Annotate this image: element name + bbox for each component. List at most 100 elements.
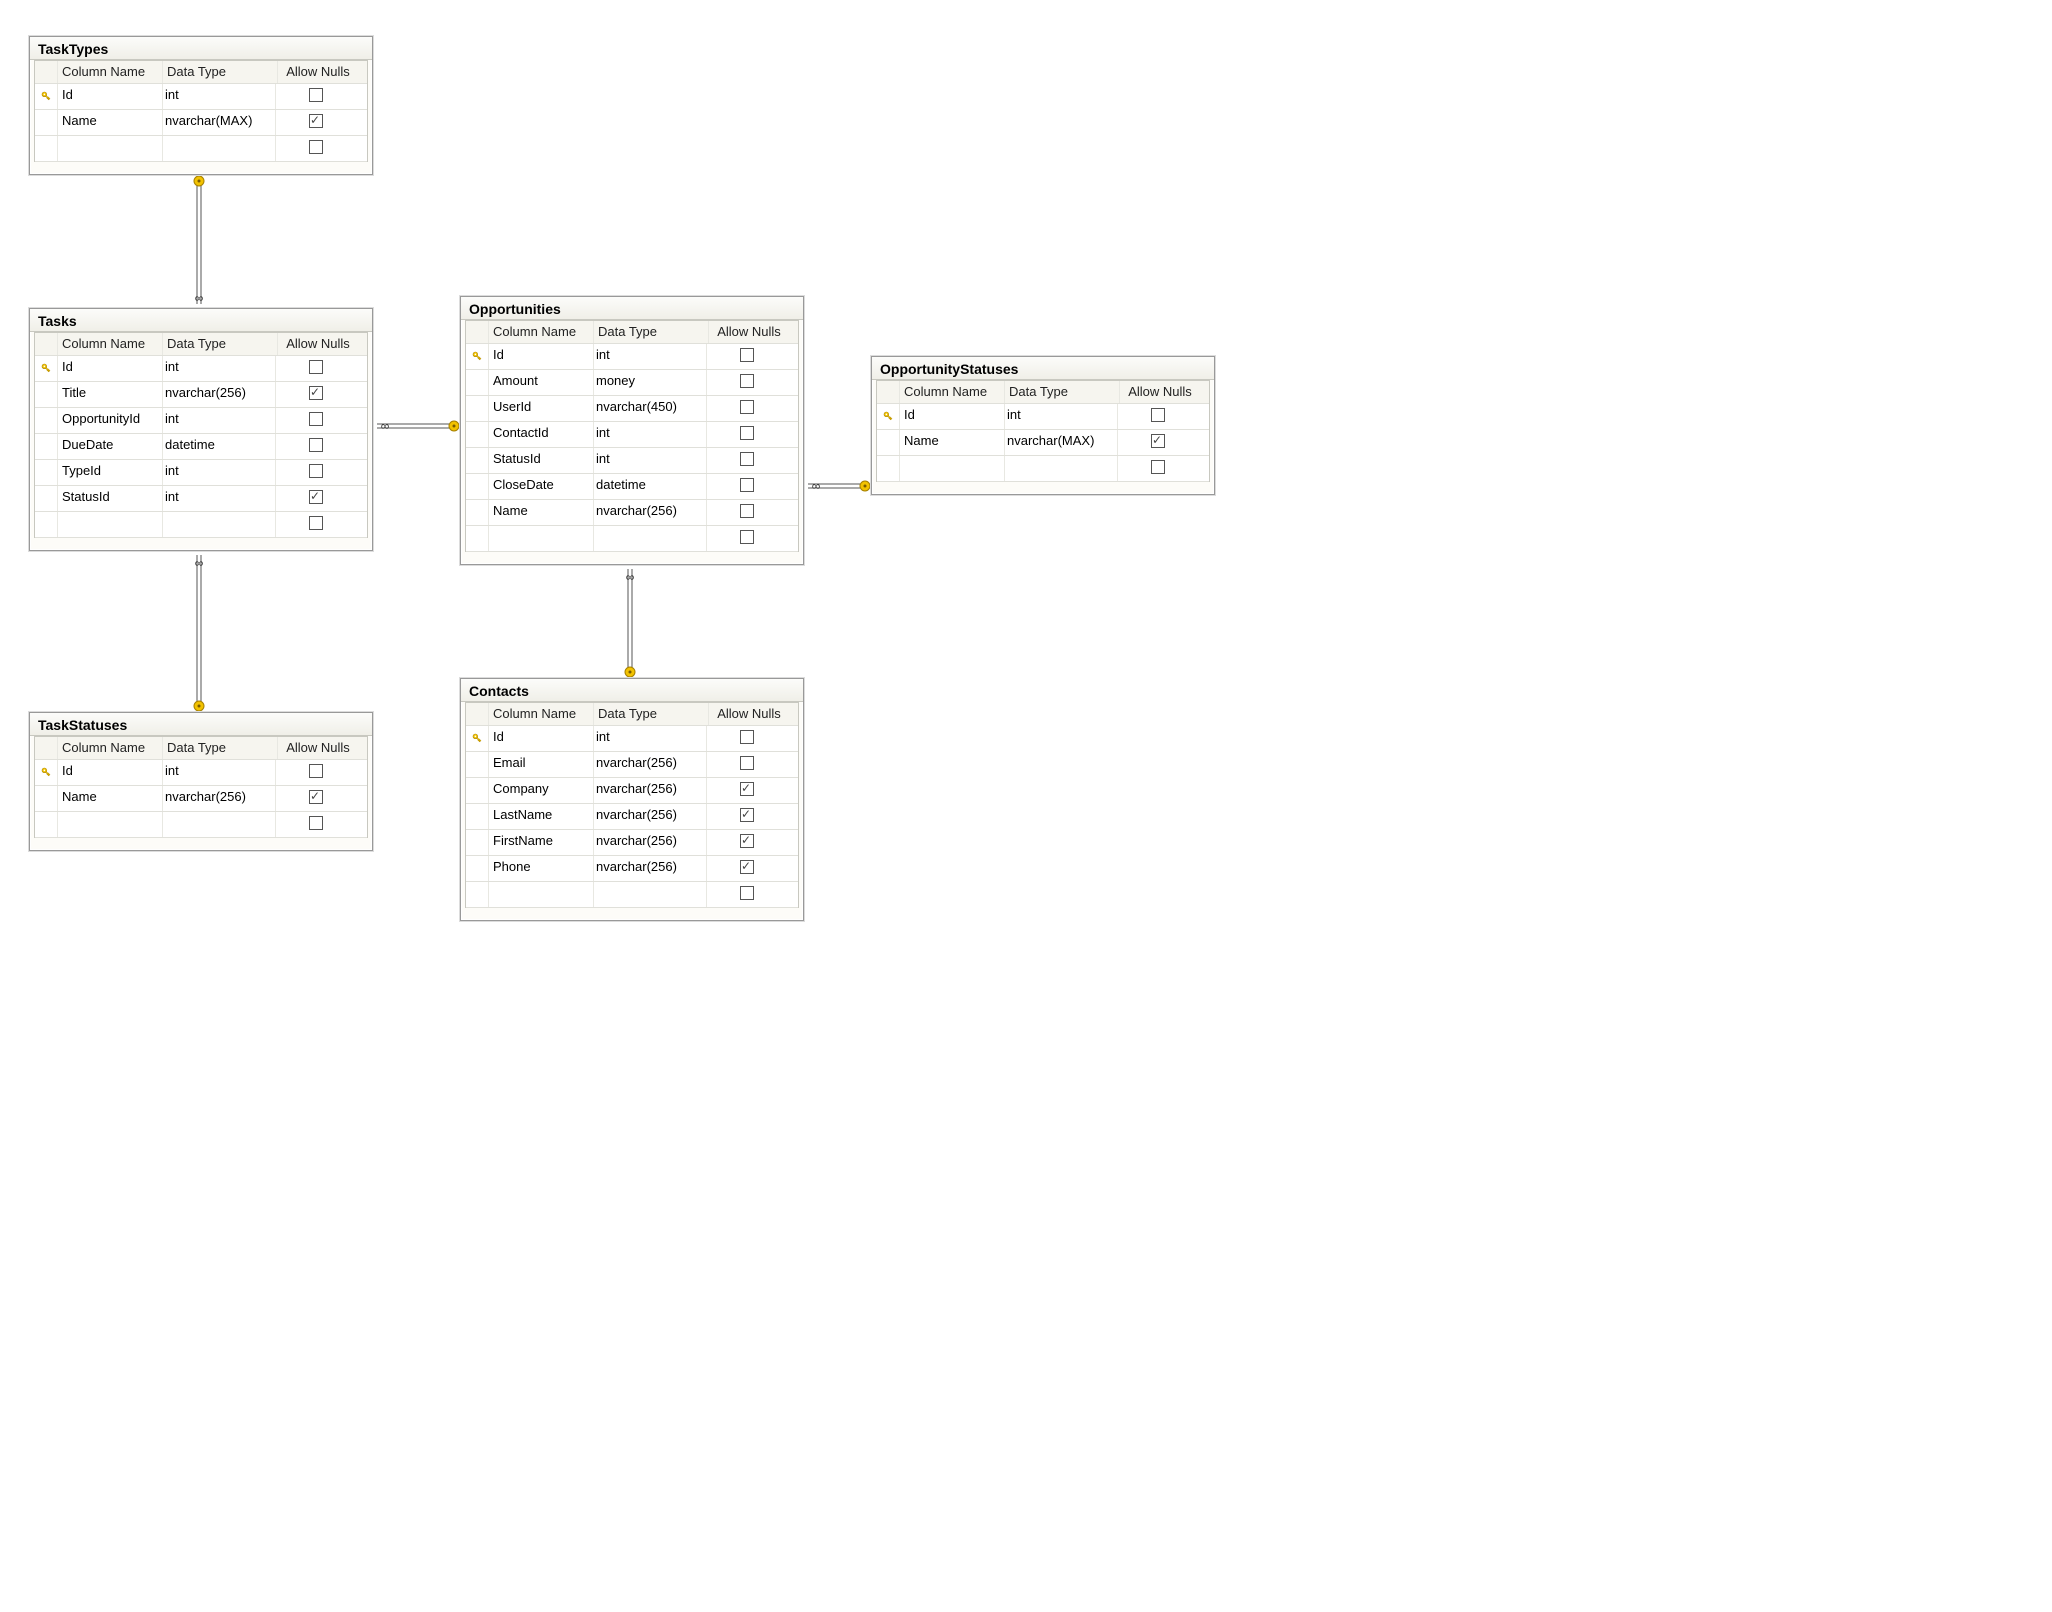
column-name-cell[interactable]: UserId [489,396,594,421]
table-opportunitystatuses[interactable]: OpportunityStatusesColumn NameData TypeA… [871,356,1215,495]
allow-nulls-checkbox[interactable] [740,756,754,770]
column-name-cell[interactable]: OpportunityId [58,408,163,433]
column-row-empty[interactable] [35,512,367,538]
allow-nulls-checkbox[interactable] [740,730,754,744]
column-name-cell[interactable]: ContactId [489,422,594,447]
allow-nulls-cell[interactable] [707,370,787,395]
allow-nulls-checkbox[interactable] [740,834,754,848]
column-row[interactable]: Idint [35,760,367,786]
allow-nulls-cell[interactable] [1118,404,1198,429]
column-row[interactable]: StatusIdint [35,486,367,512]
data-type-cell[interactable]: int [163,408,276,433]
data-type-cell[interactable]: nvarchar(256) [594,752,707,777]
column-row[interactable]: Namenvarchar(256) [35,786,367,812]
allow-nulls-checkbox[interactable] [309,140,323,154]
allow-nulls-checkbox[interactable] [740,452,754,466]
data-type-cell[interactable]: nvarchar(256) [594,778,707,803]
allow-nulls-cell[interactable] [707,344,787,369]
column-name-cell[interactable]: CloseDate [489,474,594,499]
column-row[interactable]: UserIdnvarchar(450) [466,396,798,422]
allow-nulls-checkbox[interactable] [309,386,323,400]
data-type-cell[interactable]: int [594,422,707,447]
column-row[interactable]: Idint [877,404,1209,430]
allow-nulls-cell[interactable] [707,778,787,803]
allow-nulls-checkbox[interactable] [309,764,323,778]
allow-nulls-cell[interactable] [707,856,787,881]
data-type-cell[interactable]: int [163,486,276,511]
column-name-cell[interactable]: Name [489,500,594,525]
column-name-cell[interactable]: DueDate [58,434,163,459]
data-type-cell[interactable]: nvarchar(MAX) [163,110,276,135]
data-type-cell[interactable]: nvarchar(256) [163,786,276,811]
allow-nulls-checkbox[interactable] [309,490,323,504]
allow-nulls-checkbox[interactable] [309,516,323,530]
data-type-cell[interactable]: nvarchar(MAX) [1005,430,1118,455]
column-row[interactable]: Namenvarchar(MAX) [877,430,1209,456]
allow-nulls-checkbox[interactable] [740,530,754,544]
column-row[interactable]: Idint [466,344,798,370]
allow-nulls-checkbox[interactable] [740,374,754,388]
allow-nulls-cell[interactable] [707,474,787,499]
allow-nulls-cell[interactable] [707,422,787,447]
table-opportunities[interactable]: OpportunitiesColumn NameData TypeAllow N… [460,296,804,565]
allow-nulls-checkbox[interactable] [309,114,323,128]
allow-nulls-checkbox[interactable] [309,816,323,830]
allow-nulls-cell[interactable] [707,830,787,855]
table-tasks[interactable]: TasksColumn NameData TypeAllow Nulls Idi… [29,308,373,551]
allow-nulls-cell[interactable] [276,434,356,459]
column-row[interactable]: Idint [35,356,367,382]
column-row[interactable]: LastNamenvarchar(256) [466,804,798,830]
allow-nulls-cell[interactable] [276,110,356,135]
column-name-cell[interactable]: StatusId [489,448,594,473]
data-type-cell[interactable]: int [594,344,707,369]
column-row[interactable]: FirstNamenvarchar(256) [466,830,798,856]
column-name-cell[interactable]: Id [900,404,1005,429]
column-row[interactable]: Amountmoney [466,370,798,396]
allow-nulls-cell[interactable] [707,448,787,473]
column-name-cell[interactable]: Phone [489,856,594,881]
column-name-cell[interactable]: StatusId [58,486,163,511]
column-row[interactable]: Companynvarchar(256) [466,778,798,804]
column-name-cell[interactable]: Name [58,786,163,811]
allow-nulls-checkbox[interactable] [740,478,754,492]
allow-nulls-cell[interactable] [707,396,787,421]
allow-nulls-checkbox[interactable] [309,438,323,452]
allow-nulls-checkbox[interactable] [309,464,323,478]
column-name-cell[interactable]: Title [58,382,163,407]
column-name-cell[interactable]: Name [58,110,163,135]
column-row[interactable]: Titlenvarchar(256) [35,382,367,408]
allow-nulls-checkbox[interactable] [740,348,754,362]
column-row[interactable]: DueDatedatetime [35,434,367,460]
allow-nulls-checkbox[interactable] [740,504,754,518]
data-type-cell[interactable]: nvarchar(256) [594,830,707,855]
allow-nulls-checkbox[interactable] [1151,460,1165,474]
data-type-cell[interactable]: datetime [163,434,276,459]
data-type-cell[interactable]: int [594,448,707,473]
data-type-cell[interactable]: nvarchar(256) [163,382,276,407]
column-row-empty[interactable] [466,882,798,908]
data-type-cell[interactable]: nvarchar(450) [594,396,707,421]
allow-nulls-checkbox[interactable] [309,790,323,804]
allow-nulls-cell[interactable] [276,760,356,785]
column-name-cell[interactable]: Company [489,778,594,803]
allow-nulls-checkbox[interactable] [309,412,323,426]
column-name-cell[interactable]: Name [900,430,1005,455]
data-type-cell[interactable]: nvarchar(256) [594,856,707,881]
column-name-cell[interactable]: Email [489,752,594,777]
column-row[interactable]: Phonenvarchar(256) [466,856,798,882]
allow-nulls-cell[interactable] [707,500,787,525]
allow-nulls-cell[interactable] [707,726,787,751]
column-row[interactable]: CloseDatedatetime [466,474,798,500]
table-contacts[interactable]: ContactsColumn NameData TypeAllow Nulls … [460,678,804,921]
column-name-cell[interactable]: TypeId [58,460,163,485]
column-row[interactable]: Idint [35,84,367,110]
allow-nulls-checkbox[interactable] [309,88,323,102]
allow-nulls-cell[interactable] [707,752,787,777]
column-name-cell[interactable]: Id [489,344,594,369]
allow-nulls-checkbox[interactable] [740,400,754,414]
column-row[interactable]: TypeIdint [35,460,367,486]
allow-nulls-checkbox[interactable] [740,782,754,796]
allow-nulls-cell[interactable] [707,804,787,829]
allow-nulls-cell[interactable] [276,408,356,433]
data-type-cell[interactable]: int [163,460,276,485]
